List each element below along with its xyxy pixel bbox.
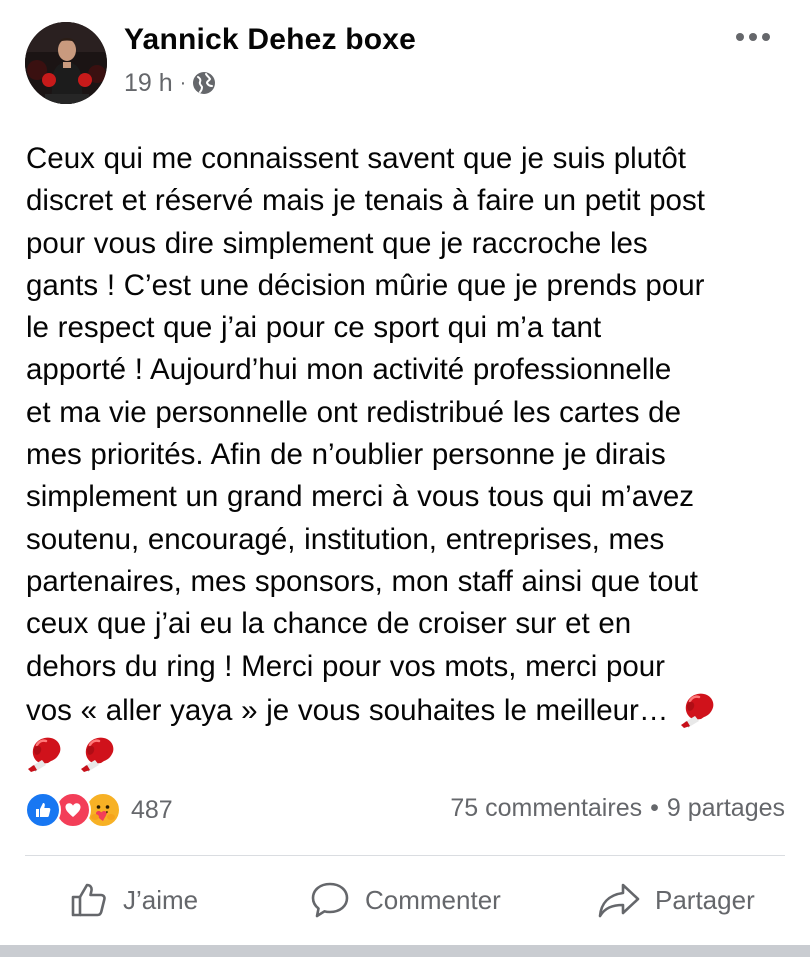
post-text-line: discret et réservé mais je tenais à fair…	[26, 184, 705, 218]
actions-divider	[25, 855, 785, 856]
comment-icon	[311, 882, 349, 918]
post-text-line-last: vos « aller yaya » je vous souhaites le …	[26, 688, 788, 732]
post-text-line: gants ! C’est une décision mûrie que je …	[26, 268, 705, 302]
share-label: Partager	[655, 884, 755, 915]
boxing-glove-icon	[77, 732, 121, 772]
author-name[interactable]: Yannick Dehez boxe	[124, 22, 416, 58]
like-label: J’aime	[123, 884, 199, 915]
post-text-line: partenaires, mes sponsors, mon staff ain…	[26, 564, 698, 598]
post-actions: J’aime Commenter Partager	[25, 870, 785, 932]
post-text-line: simplement un grand merci à vous tous qu…	[26, 480, 695, 514]
counts-separator: •	[650, 794, 659, 822]
post-text-line: dehors du ring ! Merci pour vos mots, me…	[26, 649, 665, 683]
author-avatar[interactable]	[25, 22, 107, 104]
avatar-image	[25, 22, 107, 104]
comments-count[interactable]: 75 commentaires	[450, 794, 642, 822]
post-text-line: le respect que j’ai pour ce sport qui m’…	[26, 311, 602, 345]
post-body: Ceux qui me connaissent savent que je su…	[26, 138, 788, 776]
thumbs-up-icon	[71, 883, 106, 917]
boxing-glove-icon	[24, 732, 68, 772]
globe-icon	[192, 71, 216, 95]
post-time[interactable]: 19 h	[124, 68, 173, 98]
shares-count[interactable]: 9 partages	[667, 794, 785, 822]
post-text-line: mes priorités. Afin de n’oublier personn…	[26, 438, 666, 472]
reactions-summary[interactable]: 487	[25, 792, 173, 828]
like-button[interactable]: J’aime	[69, 880, 198, 920]
post-text-line: soutenu, encouragé, institution, entrepr…	[26, 522, 665, 556]
post-text-line: pour vous dire simplement que je raccroc…	[26, 226, 648, 260]
reaction-count: 487	[131, 795, 173, 824]
post-meta: 19 h ·	[124, 68, 216, 98]
post-stats: 487 75 commentaires • 9 partages	[25, 788, 785, 830]
post-text-line: apporté ! Aujourd’hui mon activité profe…	[26, 353, 672, 387]
post-text-last: vos « aller yaya » je vous souhaites le …	[26, 693, 669, 727]
more-options-icon[interactable]	[733, 22, 773, 52]
boxing-glove-icon	[677, 688, 721, 728]
post-text-line: Ceux qui me connaissent savent que je su…	[26, 142, 686, 175]
comment-button[interactable]: Commenter	[309, 880, 501, 920]
post-header: Yannick Dehez boxe 19 h ·	[25, 22, 785, 104]
share-icon	[598, 883, 640, 918]
like-reaction-icon	[25, 792, 61, 828]
emoji-line	[26, 732, 788, 776]
engagement-counts: 75 commentaires • 9 partages	[450, 794, 785, 823]
post-text-line: ceux que j’ai eu la chance de croiser su…	[26, 607, 632, 641]
meta-separator: ·	[179, 72, 187, 94]
share-button[interactable]: Partager	[597, 880, 755, 920]
comment-label: Commenter	[365, 884, 501, 915]
facebook-post: Yannick Dehez boxe 19 h · Ceux qui me co…	[0, 0, 810, 945]
post-text-line: et ma vie personnelle ont redistribué le…	[26, 395, 681, 429]
feed-separator	[0, 945, 810, 957]
